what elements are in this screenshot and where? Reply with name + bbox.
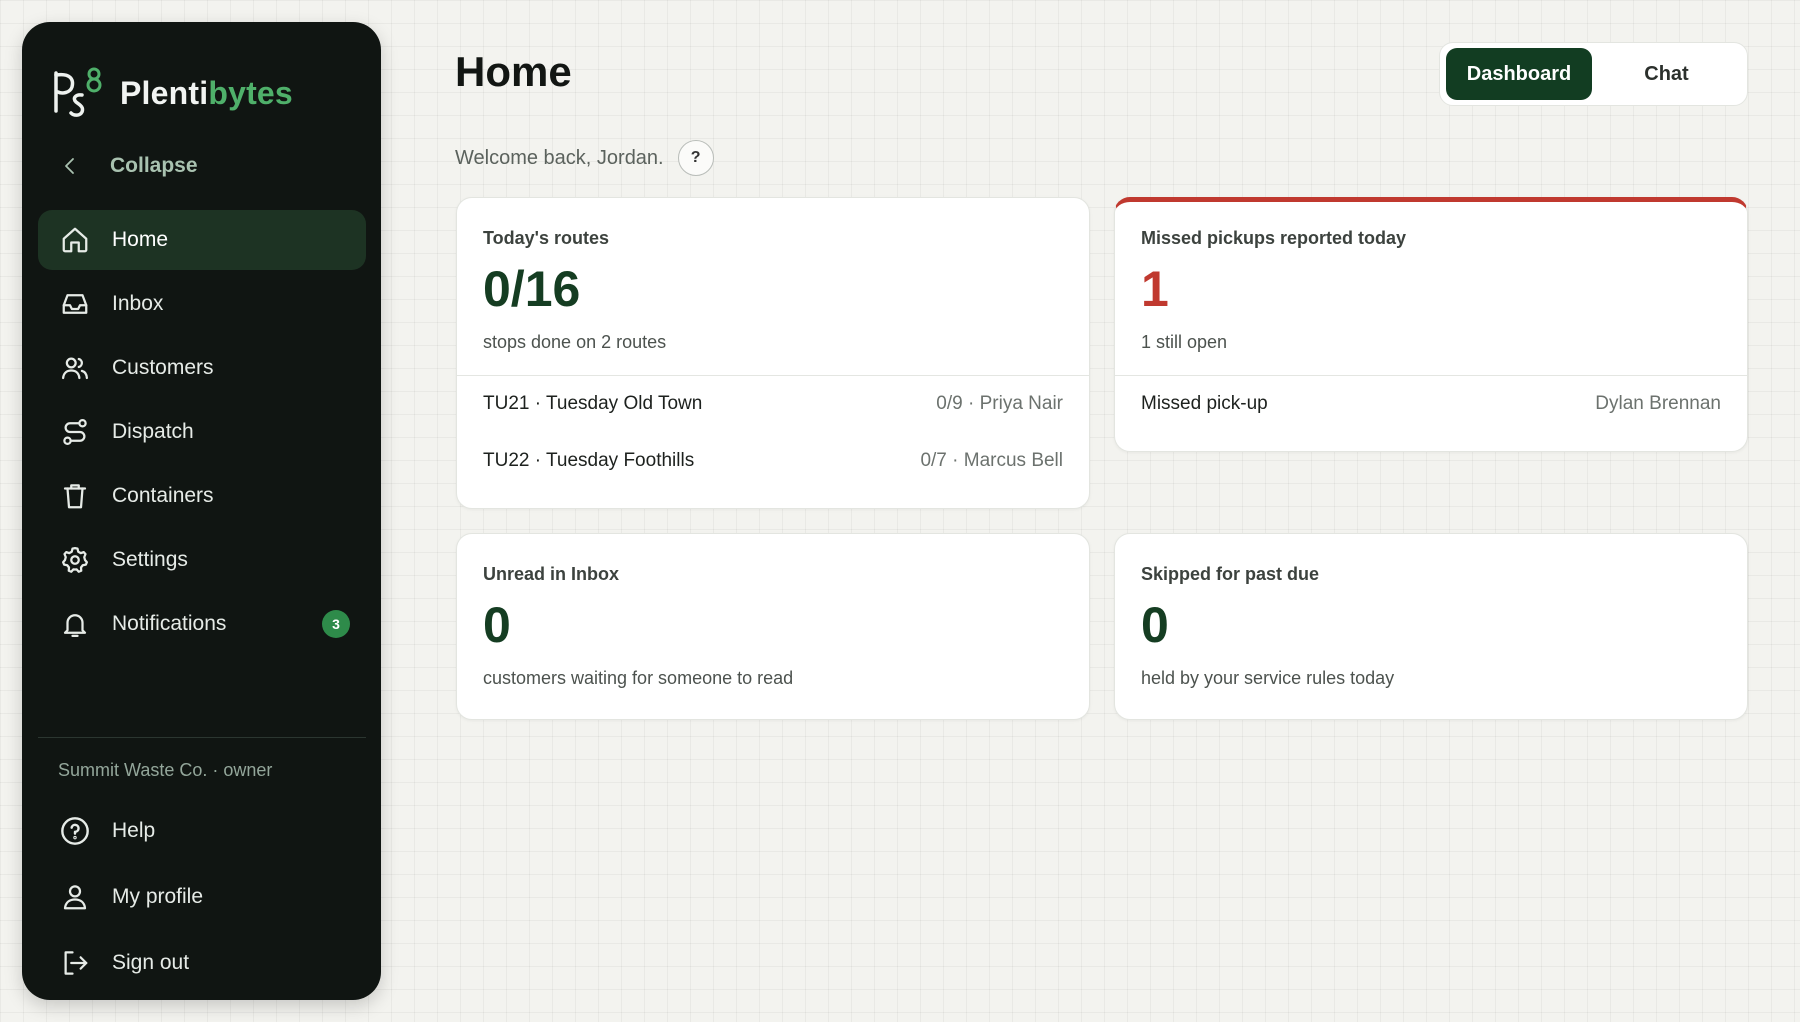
users-icon [58,351,92,385]
bell-icon [58,607,92,641]
brand-name: Plentibytes [120,74,293,111]
sidebar-item-dispatch[interactable]: Dispatch [38,402,366,462]
collapse-button[interactable]: Collapse [50,140,350,192]
card-subtitle: 1 still open [1141,331,1228,352]
sidebar-item-label: Home [112,228,169,251]
bin-icon [58,479,92,513]
main-nav: Home Inbox Customers Dispatch Containers [38,210,366,658]
sidebar-item-label: My profile [112,885,204,908]
card-subtitle: customers waiting for someone to read [483,667,794,688]
sidebar-item-home[interactable]: Home [38,210,366,270]
sidebar-item-label: Help [112,819,156,842]
dashboard-tab[interactable]: Dashboard [1446,48,1592,100]
sidebar-item-label: Notifications [112,612,227,635]
sidebar-item-my-profile[interactable]: My profile [38,866,366,928]
card-label: Skipped for past due [1141,564,1320,584]
skipped-past-due-card[interactable]: Skipped for past due 0 held by your serv… [1114,533,1748,720]
routes-progress-value: 0/16 [483,261,581,317]
chevron-left-icon [50,154,90,178]
card-subtitle: held by your service rules today [1141,667,1395,688]
user-icon [58,880,92,914]
sidebar-item-notifications[interactable]: Notifications 3 [38,594,366,654]
view-toggle: Dashboard Chat [1439,42,1748,106]
sidebar-item-label: Dispatch [112,420,194,443]
sidebar-item-label: Containers [112,484,214,507]
sidebar-item-label: Inbox [112,292,164,315]
welcome-row: Welcome back, Jordan. ? [455,140,714,176]
inbox-icon [58,287,92,321]
help-button[interactable]: ? [677,140,714,176]
org-label: Summit Waste Co. · owner [58,760,273,780]
sidebar-item-sign-out[interactable]: Sign out [38,932,366,994]
unread-inbox-card[interactable]: Unread in Inbox 0 customers waiting for … [456,533,1090,720]
notification-count-badge: 3 [322,610,350,638]
home-icon [58,223,92,257]
route-name: TU22 · Tuesday Foothills [483,450,695,471]
route-icon [58,415,92,449]
missed-pickup-row[interactable]: Missed pick-up Dylan Brennan [1115,376,1747,433]
sidebar-item-label: Sign out [112,951,190,974]
customer-name: Dylan Brennan [1595,393,1721,414]
card-subtitle: stops done on 2 routes [483,331,667,352]
sidebar-item-customers[interactable]: Customers [38,338,366,398]
missed-pickups-count: 1 [1141,261,1169,317]
gear-icon [58,543,92,577]
route-progress-driver: 0/9 · Priya Nair [936,393,1063,414]
sidebar-item-settings[interactable]: Settings [38,530,366,590]
skipped-count: 0 [1141,597,1169,653]
route-row[interactable]: TU22 · Tuesday Foothills 0/7 · Marcus Be… [457,433,1089,490]
page-title: Home [455,48,572,95]
card-label: Unread in Inbox [483,564,620,584]
sidebar: Plentibytes Collapse Home Inbox Customer… [22,22,381,1000]
route-list: TU21 · Tuesday Old Town 0/9 · Priya Nair… [457,374,1089,490]
route-name: TU21 · Tuesday Old Town [483,393,703,414]
sidebar-item-label: Settings [112,548,188,571]
sidebar-divider [38,737,366,738]
sidebar-item-label: Customers [112,356,214,379]
issue-type: Missed pick-up [1141,393,1268,414]
route-row[interactable]: TU21 · Tuesday Old Town 0/9 · Priya Nair [457,376,1089,433]
help-icon [58,814,92,848]
brand[interactable]: Plentibytes [50,58,293,128]
sidebar-item-containers[interactable]: Containers [38,466,366,526]
chat-tab[interactable]: Chat [1592,48,1741,100]
sidebar-item-inbox[interactable]: Inbox [38,274,366,334]
welcome-message: Welcome back, Jordan. [455,146,664,169]
plentibytes-logo-icon [54,67,102,117]
todays-routes-card[interactable]: Today's routes 0/16 stops done on 2 rout… [456,197,1090,509]
sign-out-icon [58,946,92,980]
card-label: Today's routes [483,228,609,248]
card-label: Missed pickups reported today [1141,228,1407,248]
collapse-label: Collapse [110,154,198,177]
missed-pickups-card[interactable]: Missed pickups reported today 1 1 still … [1114,197,1748,452]
missed-pickup-list: Missed pick-up Dylan Brennan [1115,374,1747,433]
unread-count: 0 [483,597,511,653]
route-progress-driver: 0/7 · Marcus Bell [920,450,1063,471]
account-nav: Help My profile Sign out [38,800,366,998]
sidebar-item-help[interactable]: Help [38,800,366,862]
